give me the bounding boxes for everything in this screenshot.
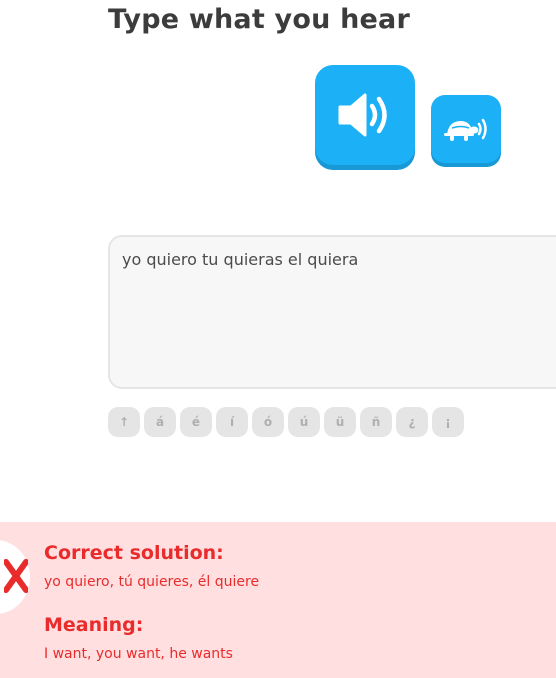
key-n-tilde[interactable]: ñ	[360, 407, 392, 437]
meaning-heading: Meaning:	[44, 614, 144, 636]
play-audio-button[interactable]	[315, 65, 415, 165]
key-a-acute[interactable]: á	[144, 407, 176, 437]
key-e-acute[interactable]: é	[180, 407, 212, 437]
key-u-umlaut[interactable]: ü	[324, 407, 356, 437]
key-inverted-question[interactable]: ¿	[396, 407, 428, 437]
speaker-icon	[338, 93, 387, 137]
meaning-text: I want, you want, he wants	[44, 646, 233, 662]
challenge-page: Type what you hear ↑ á é í ó ú ü ñ ¿ ¡	[0, 0, 556, 678]
correct-solution-heading: Correct solution:	[44, 542, 224, 564]
challenge-title: Type what you hear	[108, 4, 410, 35]
key-i-acute[interactable]: í	[216, 407, 248, 437]
answer-input[interactable]	[108, 235, 556, 389]
close-icon	[4, 559, 28, 593]
key-inverted-exclamation[interactable]: ¡	[432, 407, 464, 437]
key-shift[interactable]: ↑	[108, 407, 140, 437]
play-slow-audio-button[interactable]	[431, 95, 501, 163]
incorrect-badge	[0, 540, 30, 614]
key-u-acute[interactable]: ú	[288, 407, 320, 437]
incorrect-feedback-panel: Correct solution: yo quiero, tú quieres,…	[0, 522, 556, 678]
correct-solution-text: yo quiero, tú quieres, él quiere	[44, 574, 260, 590]
turtle-icon	[444, 118, 487, 141]
special-characters-bar: ↑ á é í ó ú ü ñ ¿ ¡	[108, 407, 464, 437]
key-o-acute[interactable]: ó	[252, 407, 284, 437]
